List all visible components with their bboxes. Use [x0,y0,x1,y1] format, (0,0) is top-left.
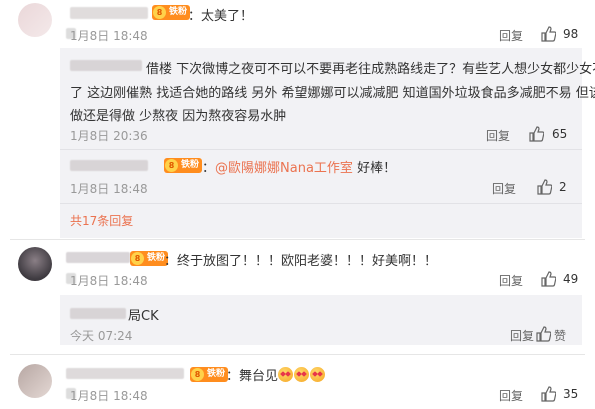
like-label[interactable]: 赞 [554,327,566,344]
like-count: 98 [563,27,579,41]
reply-button[interactable]: 回复 [486,127,510,144]
reply-date: 1月8日 18:48 [70,182,148,196]
heart-eyes-emoji-icon [294,367,310,382]
reply-button[interactable]: 回复 [499,272,523,289]
username[interactable] [70,60,142,71]
reply-text-line3: 做还是得做 少熬夜 因为熬夜容易水肿 [70,109,287,124]
reply-text-line2: 了 这边刚催熟 找适合她的路线 另外 希望娜娜可以减减肥 知道国外垃圾食品多减肥… [70,86,595,101]
fan-badge: 8 铁粉 [164,158,203,173]
divider [10,354,585,355]
fan-badge: 8 铁粉 [190,367,229,382]
username[interactable] [70,7,148,19]
username[interactable] [70,308,126,319]
reply-date: 今天 07:24 [70,329,133,343]
comment-date: 1月8日 18:48 [70,29,148,43]
reply-text-line1: 借楼 下次微博之夜可不可以不要再老往成熟路线走了？有些艺人想少女都少女不 [146,62,595,77]
reply-button[interactable]: 回复 [499,27,523,44]
comment-date: 1月8日 18:48 [70,389,148,403]
reply-text: ：@歐陽娜娜Nana工作室 好棒！ [202,161,397,176]
divider [60,203,582,204]
like-icon[interactable] [528,126,544,142]
reply-button[interactable]: 回复 [510,327,534,344]
more-replies-link[interactable]: 共17条回复 [70,212,133,229]
vip-level-icon: 8 [153,6,166,19]
like-icon[interactable] [535,326,551,342]
comment-date: 1月8日 18:48 [70,274,148,288]
like-icon[interactable] [536,179,552,195]
divider [10,239,585,240]
username[interactable] [66,252,130,263]
like-icon[interactable] [540,386,556,402]
mention-link[interactable]: @歐陽娜娜Nana工作室 [215,161,353,176]
reply-date: 1月8日 20:36 [70,129,148,143]
comment-text: ：舞台见 [226,365,326,384]
avatar[interactable] [18,3,52,37]
divider [60,149,582,150]
like-count: 65 [552,127,568,141]
username[interactable] [66,368,184,379]
reply-text: 局CK [128,309,159,324]
vip-level-icon: 8 [165,159,178,172]
comment-text: ：太美了！ [188,9,254,24]
reply-button[interactable]: 回复 [492,180,516,197]
like-count: 49 [563,272,579,286]
fan-badge: 8 铁粉 [152,5,191,20]
like-icon[interactable] [540,271,556,287]
like-icon[interactable] [540,26,556,42]
reply-button[interactable]: 回复 [499,387,523,404]
vip-level-icon: 8 [191,368,204,381]
avatar[interactable] [18,364,52,398]
like-count: 2 [559,180,567,194]
fan-badge: 8 铁粉 [130,251,169,266]
like-count: 35 [563,387,579,401]
username[interactable] [70,160,148,171]
vip-level-icon: 8 [131,252,144,265]
comment-text: ：终于放图了！！！欧阳老婆！！！好美啊！！ [164,254,438,269]
avatar[interactable] [18,247,52,281]
heart-eyes-emoji-icon [310,367,326,382]
heart-eyes-emoji-icon [278,367,294,382]
